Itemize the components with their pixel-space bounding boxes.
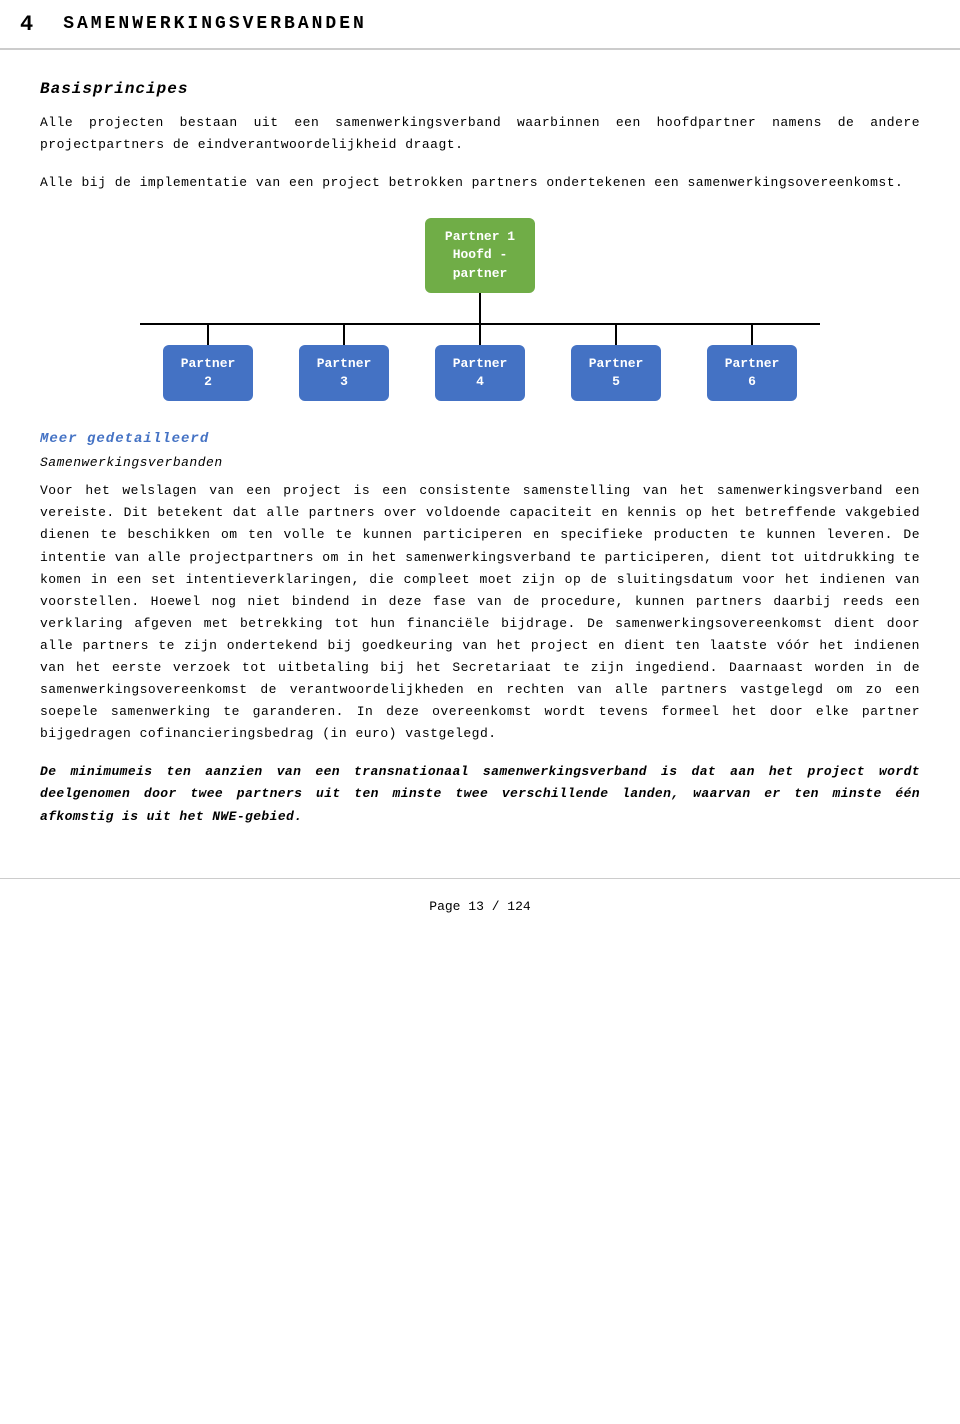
connector-v-5 xyxy=(615,325,617,345)
org-chart: Partner 1Hoofd -partner Partner2 Partner… xyxy=(40,218,920,401)
detailed-p1-text: Voor het welslagen van een project is ee… xyxy=(40,483,920,741)
org-box-partner3: Partner3 xyxy=(299,345,389,401)
section-detailed: Meer gedetailleerd Samenwerkingsverbande… xyxy=(40,431,920,827)
org-box-partner2: Partner2 xyxy=(163,345,253,401)
basisprincipes-paragraph2: Alle bij de implementatie van een projec… xyxy=(40,172,920,194)
org-col-5: Partner5 xyxy=(548,325,684,401)
detailed-paragraph1: Voor het welslagen van een project is ee… xyxy=(40,480,920,745)
connector-v-4 xyxy=(479,325,481,345)
connector-v-3 xyxy=(343,325,345,345)
org-col-4: Partner4 xyxy=(412,325,548,401)
org-bottom-row: Partner2 Partner3 Partner4 Partner5 Part xyxy=(140,325,820,401)
page-footer: Page 13 / 124 xyxy=(0,878,960,930)
detailed-subtitle: Samenwerkingsverbanden xyxy=(40,455,920,470)
main-content: Basisprincipes Alle projecten bestaan ui… xyxy=(0,50,960,868)
basisprincipes-paragraph1: Alle projecten bestaan uit een samenwerk… xyxy=(40,112,920,156)
connector-vertical-top xyxy=(479,293,481,323)
section-title-basisprincipes: Basisprincipes xyxy=(40,80,920,98)
page-number: Page 13 / 124 xyxy=(429,899,530,914)
section-basisprincipes: Basisprincipes Alle projecten bestaan ui… xyxy=(40,80,920,194)
org-col-3: Partner3 xyxy=(276,325,412,401)
page-section-title: SAMENWERKINGSVERBANDEN xyxy=(63,14,367,34)
connector-v-6 xyxy=(751,325,753,345)
detailed-title: Meer gedetailleerd xyxy=(40,431,920,447)
page-wrapper: 4 SAMENWERKINGSVERBANDEN Basisprincipes … xyxy=(0,0,960,1424)
org-col-6: Partner6 xyxy=(684,325,820,401)
org-col-2: Partner2 xyxy=(140,325,276,401)
org-top-row: Partner 1Hoofd -partner xyxy=(425,218,535,293)
org-box-partner5: Partner5 xyxy=(571,345,661,401)
bold-paragraph: De minimumeis ten aanzien van een transn… xyxy=(40,761,920,827)
org-main-label: Partner 1Hoofd -partner xyxy=(445,228,515,283)
org-box-partner6: Partner6 xyxy=(707,345,797,401)
header-bar: 4 SAMENWERKINGSVERBANDEN xyxy=(0,0,960,50)
connector-v-2 xyxy=(207,325,209,345)
org-box-partner4: Partner4 xyxy=(435,345,525,401)
page-section-number: 4 xyxy=(20,12,33,37)
org-box-main: Partner 1Hoofd -partner xyxy=(425,218,535,293)
